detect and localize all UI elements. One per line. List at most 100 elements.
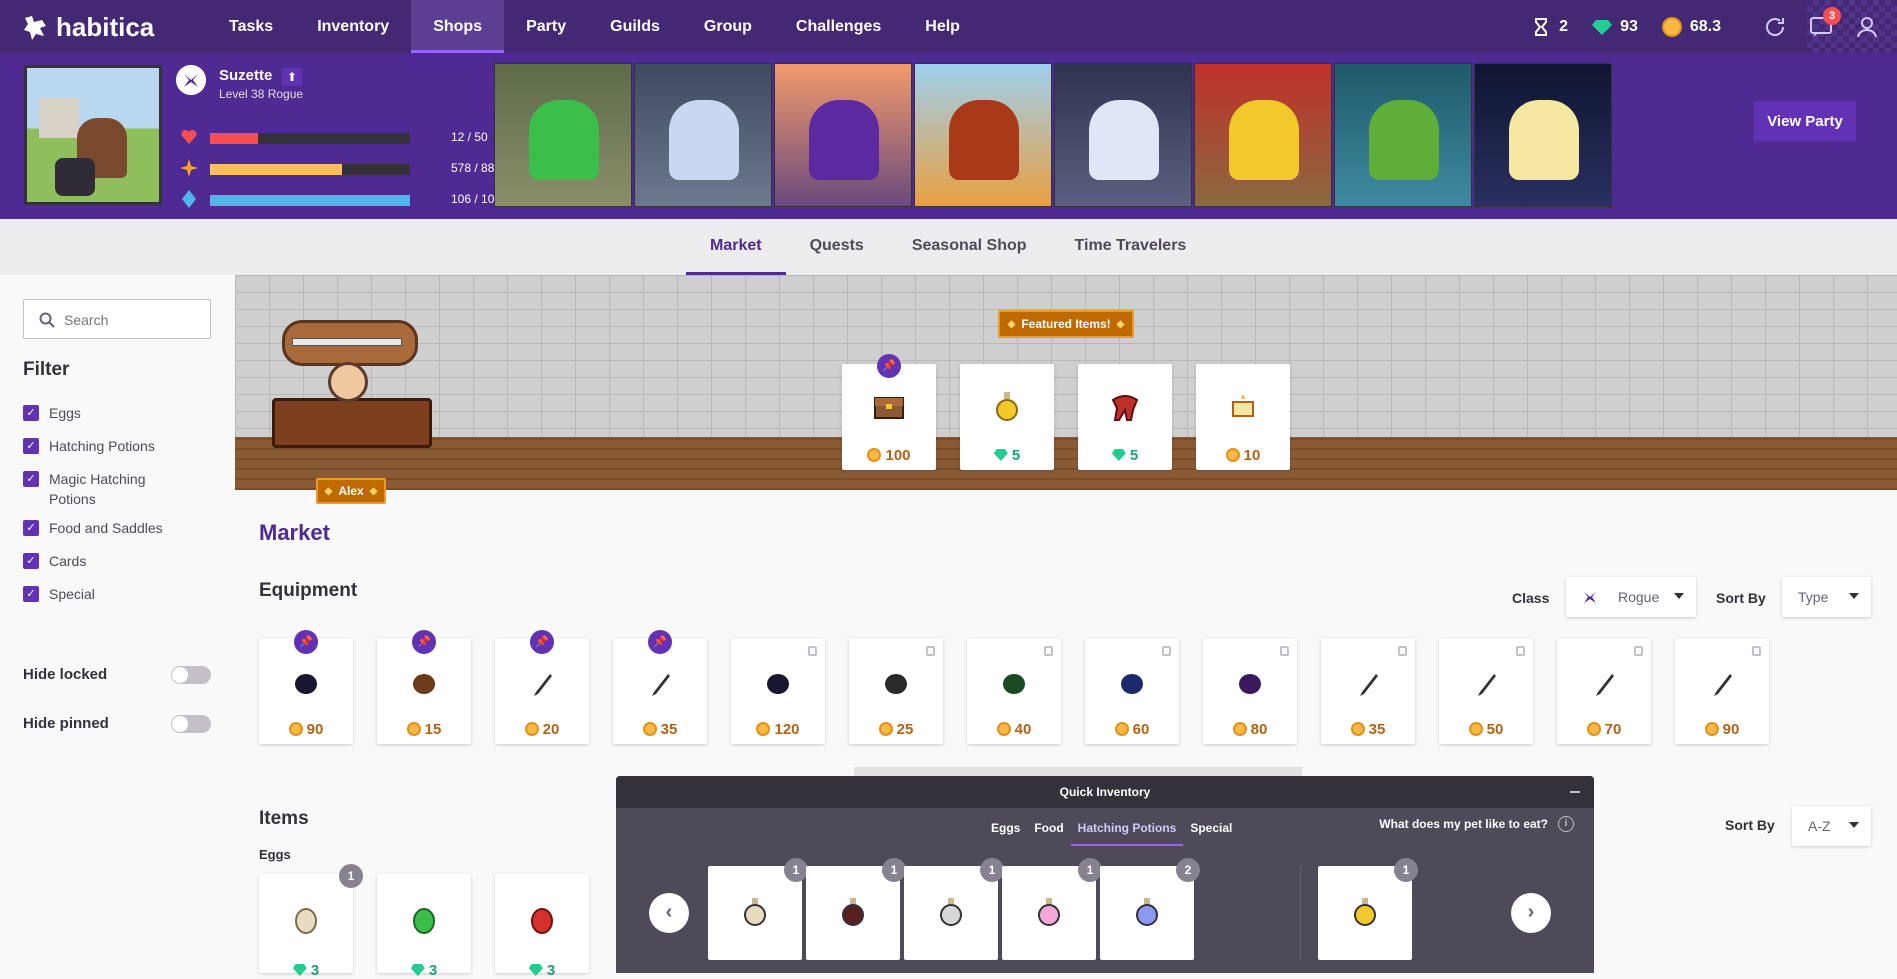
egg-item-card[interactable]: 3 [377,874,471,979]
search-field[interactable] [23,299,211,339]
sync-icon[interactable] [1763,15,1787,39]
level-up-icon[interactable]: ⬆ [282,68,302,86]
equipment-item-card[interactable]: 120 [731,638,825,744]
egg-item-card[interactable]: 3 [495,874,589,979]
party-member-avatar[interactable] [1054,63,1192,207]
items-sort-dropdown[interactable]: A-Z [1792,806,1871,846]
hatching-potion-item[interactable]: 1 [708,858,808,960]
item-count-badge: 1 [882,858,906,882]
habitica-logo[interactable]: habitica [22,12,154,43]
hide-locked-toggle[interactable] [171,666,211,684]
filter-hatching-potions[interactable]: ✓ Hatching Potions [23,436,155,456]
featured-item-card[interactable]: 10 [1196,364,1290,470]
qi-tab-special[interactable]: Special [1183,816,1239,846]
checkbox-checked-icon[interactable]: ✓ [23,520,39,536]
qi-tab-hatching-potions[interactable]: Hatching Potions [1070,816,1184,846]
gold-counter[interactable]: 68.3 [1661,16,1721,37]
nav-challenges[interactable]: Challenges [774,0,903,53]
equipment-item-card[interactable]: 50 [1439,638,1533,744]
hatching-potion-item[interactable]: 1 [1318,858,1418,960]
scroll-left-button[interactable]: ‹ [649,893,689,933]
party-member-avatar[interactable] [1334,63,1472,207]
equipment-item-card[interactable]: 📌 35 [613,630,707,744]
tab-time-travelers[interactable]: Time Travelers [1051,219,1211,275]
tab-quests[interactable]: Quests [786,219,888,275]
equipment-item-card[interactable]: 90 [1675,638,1769,744]
minimize-icon[interactable] [1570,791,1580,793]
filter-title: Filter [23,359,70,380]
equipment-item-card[interactable]: 60 [1085,638,1179,744]
hide-pinned-toggle[interactable] [171,715,211,733]
curved-blade-icon [652,674,670,696]
hide-pinned-label: Hide pinned [23,715,109,732]
filter-label: Eggs [49,405,81,421]
gem-counter[interactable]: 93 [1592,17,1638,37]
nav-tasks[interactable]: Tasks [207,0,295,53]
filter-eggs[interactable]: ✓ Eggs [23,403,81,423]
nav-help[interactable]: Help [903,0,982,53]
checkbox-checked-icon[interactable]: ✓ [23,438,39,454]
equipment-item-card[interactable]: 40 [967,638,1061,744]
item-count-badge: 1 [980,858,1004,882]
checkbox-checked-icon[interactable]: ✓ [23,553,39,569]
party-member-avatar[interactable] [1474,63,1612,207]
hatching-potion-item[interactable]: 1 [904,858,1004,960]
avatar[interactable] [24,65,162,205]
qi-tab-food[interactable]: Food [1027,816,1070,846]
equipment-item-card[interactable]: 70 [1557,638,1651,744]
pin-icon[interactable]: 📌 [877,354,901,378]
user-icon[interactable] [1855,15,1879,39]
checkbox-checked-icon[interactable]: ✓ [23,471,39,487]
hatching-potion-item[interactable]: 2 [1100,858,1200,960]
nav-shops[interactable]: Shops [411,0,505,53]
search-input[interactable] [64,308,204,332]
notifications-button[interactable]: 3 [1809,6,1841,39]
equipment-item-card[interactable]: 35 [1321,638,1415,744]
party-member-avatar[interactable] [494,63,632,207]
equipment-item-card[interactable]: 📌 90 [259,630,353,744]
party-member-avatar[interactable] [914,63,1052,207]
scroll-right-button[interactable]: › [1511,893,1551,933]
nav-group[interactable]: Group [682,0,774,53]
featured-item-card[interactable]: 5 [1078,364,1172,470]
nav-inventory[interactable]: Inventory [295,0,411,53]
sort-dropdown[interactable]: Type [1782,577,1871,617]
equipment-item-card[interactable]: 80 [1203,638,1297,744]
party-member-avatar[interactable] [634,63,772,207]
pin-icon[interactable]: 📌 [648,630,672,654]
equipment-item-card[interactable]: 📌 15 [377,630,471,744]
experience-bar: 578 / 880 [176,159,501,179]
pin-icon[interactable]: 📌 [530,630,554,654]
nav-party[interactable]: Party [504,0,588,53]
info-icon[interactable]: i [1558,816,1574,832]
filter-cards[interactable]: ✓ Cards [23,551,86,571]
tab-market[interactable]: Market [686,219,786,275]
experience-fill [210,164,342,175]
quick-inventory-header[interactable]: Quick Inventory [616,776,1594,808]
equipment-item-card[interactable]: 25 [849,638,943,744]
checkbox-checked-icon[interactable]: ✓ [23,405,39,421]
quick-inventory-title: Quick Inventory [1059,785,1151,799]
party-member-avatar[interactable] [1194,63,1332,207]
qi-tab-eggs[interactable]: Eggs [984,816,1027,846]
filter-special[interactable]: ✓ Special [23,584,95,604]
nav-guilds[interactable]: Guilds [588,0,682,53]
hourglass-counter[interactable]: 2 [1531,17,1568,37]
featured-item-card[interactable]: 📌 100 [842,354,936,470]
lock-icon [1280,646,1289,656]
pin-icon[interactable]: 📌 [294,630,318,654]
filter-food-and-saddles[interactable]: ✓ Food and Saddles [23,518,163,538]
egg-item-card[interactable]: 1 3 [259,864,363,979]
tab-seasonal-shop[interactable]: Seasonal Shop [888,219,1051,275]
view-party-button[interactable]: View Party [1754,101,1856,141]
hatching-potion-item[interactable]: 1 [1002,858,1102,960]
pet-food-help[interactable]: What does my pet like to eat? i [1379,816,1574,832]
party-member-avatar[interactable] [774,63,912,207]
class-dropdown[interactable]: Rogue [1566,577,1696,617]
hatching-potion-item[interactable]: 1 [806,858,906,960]
pin-icon[interactable]: 📌 [412,630,436,654]
featured-item-card[interactable]: 5 [960,364,1054,470]
filter-magic-hatching-potions[interactable]: ✓ Magic Hatching Potions [23,469,163,509]
checkbox-checked-icon[interactable]: ✓ [23,586,39,602]
equipment-item-card[interactable]: 📌 20 [495,630,589,744]
